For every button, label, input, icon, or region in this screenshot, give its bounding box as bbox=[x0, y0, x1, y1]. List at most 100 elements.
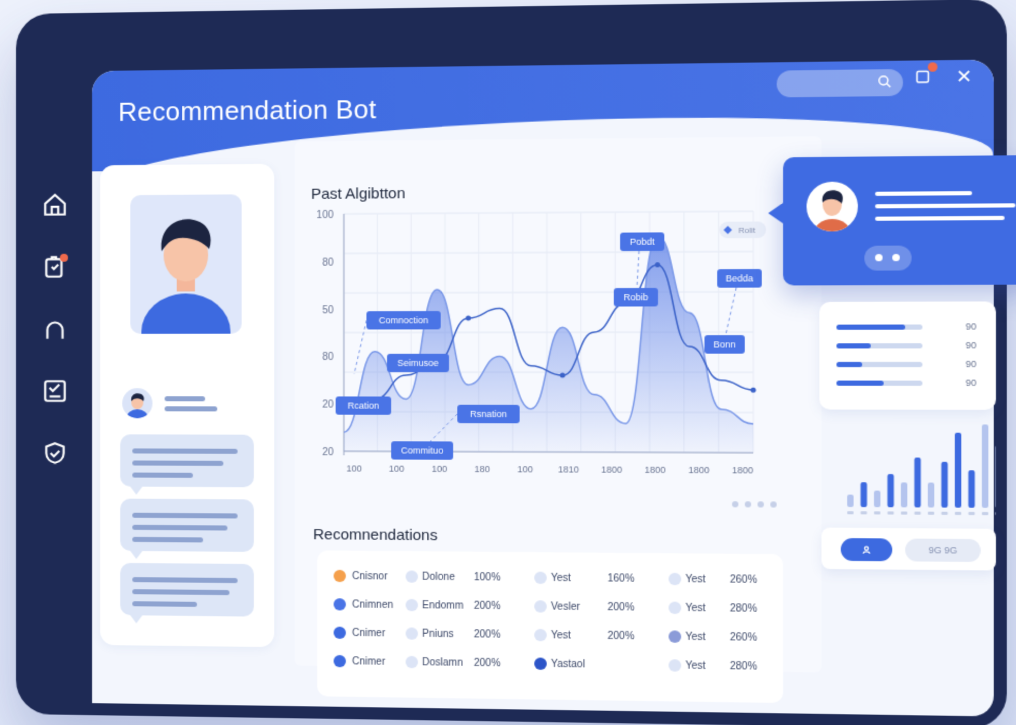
status-dot bbox=[668, 630, 682, 643]
reco-item: Endomm bbox=[422, 600, 464, 612]
bar-tick bbox=[927, 511, 935, 515]
page-dot[interactable] bbox=[744, 501, 752, 508]
stat-value: 90 bbox=[965, 377, 977, 388]
bar-tick bbox=[900, 511, 908, 515]
bar-tick bbox=[941, 511, 948, 515]
y-tick-label: 100 bbox=[317, 210, 335, 221]
bar-tick bbox=[981, 511, 989, 516]
chart-node: Robib bbox=[613, 287, 658, 307]
home-icon[interactable] bbox=[40, 190, 70, 220]
reco-percent: 260% bbox=[729, 632, 758, 644]
reco-tag: Yest bbox=[550, 572, 571, 585]
bar bbox=[914, 457, 921, 508]
bar-tick bbox=[860, 511, 868, 515]
progress-fill bbox=[836, 343, 871, 349]
name-bar bbox=[164, 396, 206, 402]
bar-tick bbox=[954, 511, 962, 515]
data-point bbox=[750, 387, 756, 393]
node-label: Commituo bbox=[401, 446, 443, 456]
bar bbox=[927, 482, 935, 508]
reco-item: Doslamn bbox=[422, 657, 463, 669]
status-dot bbox=[405, 627, 418, 640]
mini-bar-chart bbox=[847, 424, 1002, 516]
status-dot bbox=[534, 571, 547, 584]
reco-item: Dolone bbox=[422, 571, 455, 584]
chart-node: Comnoction bbox=[366, 311, 441, 330]
x-tick-label: 1800 bbox=[601, 464, 622, 474]
message-line bbox=[875, 203, 1016, 209]
stat-value: 90 bbox=[965, 358, 977, 370]
reco-name: Cnisnor bbox=[352, 570, 388, 583]
sidebar bbox=[40, 189, 84, 500]
x-tick-label: 1810 bbox=[558, 464, 579, 474]
user-icon[interactable] bbox=[40, 314, 70, 344]
bar bbox=[900, 482, 908, 508]
reco-name: Cnimer bbox=[352, 627, 386, 640]
bar bbox=[873, 490, 881, 508]
clipboard-alert-icon[interactable] bbox=[40, 252, 70, 282]
reco-name: Cnimer bbox=[352, 656, 386, 668]
page-dot[interactable] bbox=[757, 501, 764, 508]
bar bbox=[860, 482, 868, 508]
line-chart: 100 80 50 80 20 20 100 100 100 180 100 1810 1800 1800… bbox=[317, 136, 767, 475]
data-point bbox=[654, 262, 661, 268]
page-dot[interactable] bbox=[732, 501, 739, 508]
reco-item: Pniuns bbox=[422, 628, 454, 641]
y-tick-label: 50 bbox=[322, 305, 334, 316]
page-dot[interactable] bbox=[770, 501, 777, 508]
stat-value: 90 bbox=[965, 340, 977, 351]
reco-percent: 200% bbox=[607, 601, 635, 614]
chart-node: Bonn bbox=[704, 335, 745, 354]
pagination-dots bbox=[732, 494, 783, 513]
shield-icon[interactable] bbox=[40, 438, 70, 468]
x-tick-label: 1800 bbox=[645, 465, 666, 475]
chat-bubble bbox=[120, 498, 254, 552]
message-line bbox=[875, 191, 973, 196]
reco-percent: 200% bbox=[473, 600, 501, 613]
filter-button[interactable]: 9G 9G bbox=[905, 538, 981, 563]
progress-bar bbox=[836, 380, 923, 386]
bar bbox=[887, 474, 894, 508]
app-title: Recommendation Bot bbox=[118, 93, 377, 127]
user-button[interactable] bbox=[840, 538, 893, 562]
close-icon[interactable]: ✕ bbox=[956, 66, 972, 88]
progress-bar bbox=[836, 324, 923, 330]
reco-tag: Vesler bbox=[550, 601, 581, 613]
connector bbox=[637, 251, 639, 288]
chart-legend: Rolit bbox=[719, 221, 767, 239]
series-area bbox=[343, 235, 754, 453]
reco-tag: Yest bbox=[550, 630, 571, 642]
y-tick-label: 20 bbox=[322, 400, 334, 411]
stat-value: 90 bbox=[965, 321, 977, 332]
x-tick-label: 180 bbox=[474, 464, 490, 474]
y-tick-label: 20 bbox=[322, 447, 334, 458]
profile-panel bbox=[100, 163, 275, 648]
status-dot bbox=[668, 659, 682, 672]
x-tick-label: 1800 bbox=[688, 465, 709, 475]
search-icon[interactable] bbox=[877, 74, 892, 92]
x-tick-label: 1800 bbox=[732, 465, 753, 475]
status-dot bbox=[333, 598, 346, 611]
bar bbox=[847, 494, 854, 508]
node-label: Robib bbox=[624, 293, 649, 303]
node-label: Pobdt bbox=[630, 237, 655, 247]
recommendations-title: Recomnendations bbox=[313, 526, 438, 545]
node-label: Bedda bbox=[726, 274, 754, 284]
search-input[interactable] bbox=[776, 68, 904, 98]
progress-fill bbox=[836, 324, 906, 330]
progress-fill bbox=[836, 361, 863, 368]
reco-percent: 200% bbox=[473, 657, 501, 670]
bar bbox=[968, 470, 975, 508]
checklist-icon[interactable] bbox=[40, 376, 70, 406]
reco-percent: 280% bbox=[729, 660, 758, 673]
reco-name: Cnimnen bbox=[352, 599, 394, 612]
status-dot bbox=[333, 626, 346, 639]
reco-percent: 200% bbox=[607, 630, 635, 643]
data-point bbox=[559, 372, 566, 378]
bar-chart-footer: 9G 9G bbox=[821, 527, 996, 571]
status-dot bbox=[333, 654, 346, 668]
bar-tick bbox=[847, 511, 854, 515]
chat-action-button[interactable] bbox=[864, 245, 912, 271]
reco-percent: 160% bbox=[607, 573, 635, 585]
legend-label: Rolit bbox=[738, 226, 756, 235]
